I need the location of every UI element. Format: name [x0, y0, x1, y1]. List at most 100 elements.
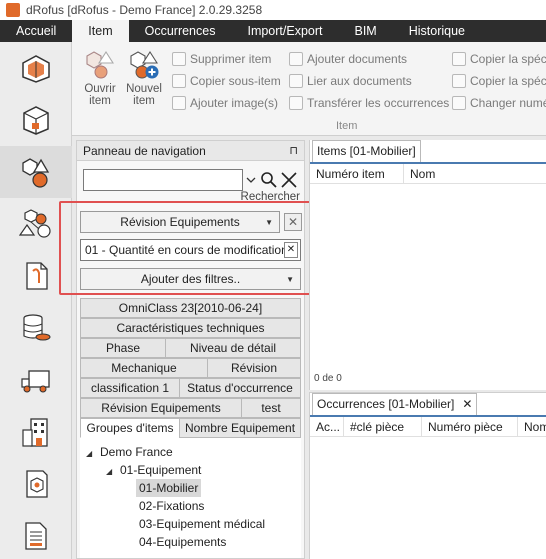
- change-number-icon: [452, 96, 466, 110]
- window-title: dRofus [dRofus - Demo France] 2.0.29.325…: [26, 3, 263, 17]
- pin-icon[interactable]: ⊓: [289, 144, 298, 157]
- tab-row-3: Phase Niveau de détail: [80, 338, 301, 358]
- column-nom[interactable]: Nom: [518, 417, 546, 436]
- transfer-occurrences-button[interactable]: Transférer les occurrences: [289, 93, 449, 113]
- sidebar-buildings[interactable]: [0, 406, 72, 458]
- tree-expand-icon[interactable]: ◢: [86, 449, 92, 458]
- tab-phase[interactable]: Phase: [80, 338, 166, 358]
- menu-historique[interactable]: Historique: [393, 20, 481, 42]
- copy-spec-label-2: Copier la spéci: [470, 74, 546, 88]
- link-documents-button[interactable]: Lier aux documents: [289, 71, 412, 91]
- sidebar-database[interactable]: [0, 302, 72, 354]
- sidebar-room-3d[interactable]: [0, 94, 72, 146]
- clear-filter-value-icon[interactable]: ✕: [284, 242, 298, 258]
- items-panel: Items [01-Mobilier] Numéro item Nom 0 de…: [309, 140, 546, 390]
- tab-occurrences-label: Occurrences [01-Mobilier]: [317, 397, 455, 411]
- rooms-icon: [22, 55, 50, 83]
- search-input[interactable]: [83, 169, 243, 191]
- occurrences-table-header: Ac... #clé pièce Numéro pièce Nom: [310, 417, 546, 437]
- occurrences-icon: [19, 209, 51, 238]
- delete-item-button[interactable]: Supprimer item: [172, 49, 271, 69]
- filter-value-field[interactable]: 01 - Quantité en cours de modification ✕: [80, 239, 301, 261]
- tree-node-equipement-medical[interactable]: 03-Equipement médical: [139, 515, 265, 533]
- copy-spec-icon: [452, 74, 466, 88]
- transfer-occurrences-label: Transférer les occurrences: [307, 96, 450, 110]
- tab-caracteristiques[interactable]: Caractéristiques techniques: [80, 318, 301, 338]
- add-filters-dropdown[interactable]: Ajouter des filtres.. ▼: [80, 268, 301, 290]
- change-number-button[interactable]: Changer numé: [452, 93, 546, 113]
- clear-search-button[interactable]: [279, 169, 299, 191]
- tab-revision[interactable]: Révision: [207, 358, 301, 378]
- filter-value-text: 01 - Quantité en cours de modification: [85, 243, 288, 257]
- menu-bar: Accueil Item Occurrences Import/Export B…: [0, 20, 546, 42]
- menu-accueil[interactable]: Accueil: [0, 20, 72, 42]
- sidebar-documents[interactable]: [0, 250, 72, 302]
- tab-classification-1[interactable]: classification 1: [80, 378, 180, 398]
- column-ac[interactable]: Ac...: [310, 417, 344, 436]
- tab-nombre-equipement[interactable]: Nombre Equipement: [179, 418, 301, 438]
- copy-subitem-button[interactable]: Copier sous-item: [172, 71, 281, 91]
- tree-node-fixations[interactable]: 02-Fixations: [139, 497, 204, 515]
- sidebar-rooms[interactable]: [0, 42, 72, 94]
- close-icon[interactable]: ✕: [462, 394, 472, 415]
- menu-import-export[interactable]: Import/Export: [231, 20, 338, 42]
- tree-node-mobilier[interactable]: 01-Mobilier: [136, 479, 202, 497]
- tab-groupes-items[interactable]: Groupes d'items: [80, 418, 180, 438]
- caret-down-icon: ▼: [286, 274, 294, 284]
- transfer-icon: [289, 96, 303, 110]
- tree-expand-icon[interactable]: ◢: [106, 467, 112, 476]
- search-dropdown[interactable]: [243, 169, 259, 191]
- tab-test[interactable]: test: [241, 398, 301, 418]
- remove-filter-button[interactable]: ✕: [284, 213, 302, 231]
- tab-niveau-detail[interactable]: Niveau de détail: [165, 338, 301, 358]
- menu-occurrences[interactable]: Occurrences: [129, 20, 232, 42]
- tab-mechanique[interactable]: Mechanique: [80, 358, 208, 378]
- add-documents-label: Ajouter documents: [307, 52, 408, 66]
- delete-icon: [172, 52, 186, 66]
- column-nom[interactable]: Nom: [404, 164, 546, 183]
- buildings-icon: [22, 418, 48, 447]
- menu-bim[interactable]: BIM: [339, 20, 393, 42]
- copy-icon: [172, 74, 186, 88]
- sidebar-reports[interactable]: [0, 510, 72, 559]
- chevron-down-icon: [246, 177, 256, 183]
- tab-row-2: Caractéristiques techniques: [80, 318, 301, 338]
- sidebar-logistics[interactable]: [0, 354, 72, 406]
- add-documents-button[interactable]: Ajouter documents: [289, 49, 407, 69]
- sidebar-items[interactable]: [0, 146, 72, 198]
- tab-omniclass[interactable]: OmniClass 23[2010-06-24]: [80, 298, 301, 318]
- column-numero-item[interactable]: Numéro item: [310, 164, 404, 183]
- tab-revision-equipements[interactable]: Révision Equipements: [80, 398, 242, 418]
- sidebar-package[interactable]: [0, 458, 72, 510]
- tab-status-occurrence[interactable]: Status d'occurrence: [179, 378, 301, 398]
- tab-row-1: OmniClass 23[2010-06-24]: [80, 298, 301, 318]
- column-cle-piece[interactable]: #clé pièce: [344, 417, 422, 436]
- search-row: [83, 169, 299, 191]
- items-count: 0 de 0: [314, 373, 342, 384]
- close-icon: ✕: [287, 215, 299, 229]
- open-item-icon: [84, 48, 116, 80]
- menu-item[interactable]: Item: [72, 20, 129, 42]
- tab-row-6: Révision Equipements test: [80, 398, 301, 418]
- add-images-button[interactable]: Ajouter image(s): [172, 93, 278, 113]
- new-item-button[interactable]: Nouvel item: [124, 48, 164, 107]
- tab-items[interactable]: Items [01-Mobilier]: [312, 140, 421, 162]
- search-icon: [261, 172, 277, 188]
- column-numero-piece[interactable]: Numéro pièce: [422, 417, 518, 436]
- sidebar-occurrences[interactable]: [0, 198, 72, 250]
- filter-select-revision[interactable]: Révision Equipements ▼: [80, 211, 280, 233]
- tree-node-equipements[interactable]: 04-Equipements: [139, 533, 226, 551]
- search-button[interactable]: [259, 169, 279, 191]
- tree-node-demo-france[interactable]: Demo France: [100, 443, 173, 461]
- database-icon: [23, 314, 51, 341]
- tree-node-equipement[interactable]: 01-Equipement: [120, 461, 201, 479]
- copy-spec-icon: [452, 52, 466, 66]
- occurrences-panel: Occurrences [01-Mobilier] ✕ Ac... #clé p…: [309, 392, 546, 559]
- open-item-button[interactable]: Ouvrir item: [80, 48, 120, 107]
- tab-occurrences[interactable]: Occurrences [01-Mobilier] ✕: [312, 393, 478, 415]
- copy-spec-button-1[interactable]: Copier la spéci: [452, 49, 546, 69]
- title-bar: dRofus [dRofus - Demo France] 2.0.29.325…: [0, 0, 546, 20]
- link-document-icon: [289, 74, 303, 88]
- copy-spec-button-2[interactable]: Copier la spéci: [452, 71, 546, 91]
- search-label[interactable]: Rechercher: [241, 191, 300, 203]
